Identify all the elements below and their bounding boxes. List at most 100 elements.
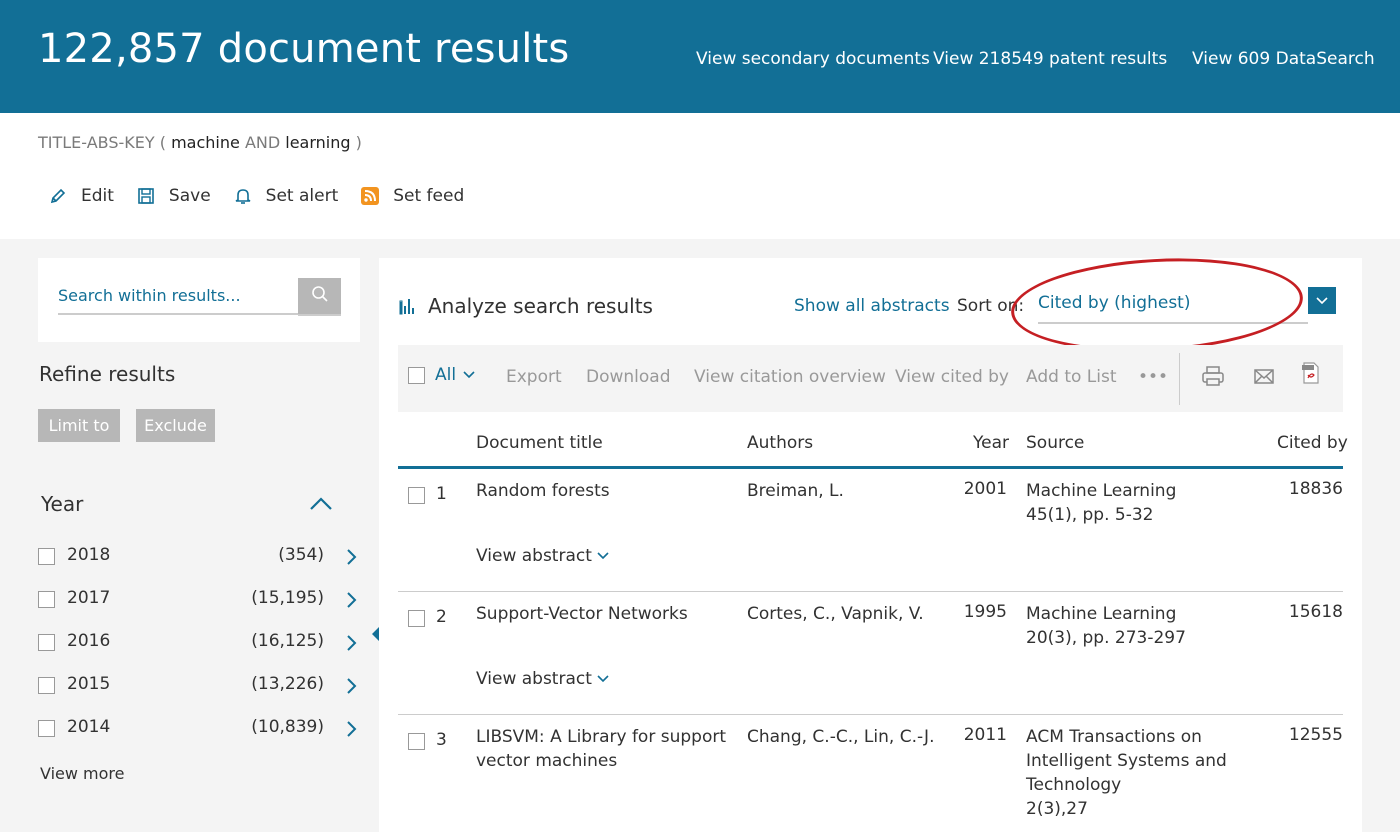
year-checkbox[interactable] (38, 548, 55, 565)
query-actions: Edit Save Set alert Set feed (48, 186, 486, 206)
view-secondary-documents-link[interactable]: View secondary documents (696, 49, 930, 69)
row-checkbox[interactable] (408, 487, 425, 504)
search-within-input[interactable] (58, 286, 298, 315)
query-term-2: learning (285, 133, 351, 152)
document-title-link[interactable]: LIBSVM: A Library for support vector mac… (476, 725, 726, 773)
view-datasearch-link[interactable]: View 609 DataSearch (1192, 49, 1375, 69)
year-count: (10,839) (251, 717, 324, 737)
email-icon[interactable] (1253, 365, 1275, 391)
sort-dropdown-button[interactable] (1308, 287, 1336, 314)
year-count: (15,195) (251, 588, 324, 608)
row-checkbox[interactable] (408, 733, 425, 750)
save-icon (136, 186, 156, 206)
chevron-up-icon[interactable] (309, 495, 333, 515)
save-label: Save (168, 186, 211, 206)
search-query: TITLE-ABS-KEY ( machine AND learning ) (38, 133, 362, 152)
query-term-1: machine (171, 133, 240, 152)
row-divider (398, 591, 1343, 592)
chevron-down-icon (596, 674, 610, 684)
table-row: 1 Random forests Breiman, L. 2001 Machin… (398, 479, 1343, 592)
cited-by-count-link[interactable]: 15618 (1289, 602, 1343, 622)
set-feed-button[interactable]: Set feed (360, 186, 464, 206)
print-icon[interactable] (1201, 365, 1225, 391)
row-number: 1 (436, 484, 447, 504)
pdf-icon[interactable] (1301, 361, 1321, 389)
select-all-label: All (435, 365, 457, 385)
year-checkbox[interactable] (38, 591, 55, 608)
exclude-button[interactable]: Exclude (136, 409, 215, 442)
authors-link[interactable]: Breiman, L. (747, 479, 947, 503)
analyze-results-button[interactable]: Analyze search results (399, 294, 653, 318)
cited-by-count-link[interactable]: 18836 (1289, 479, 1343, 499)
document-year: 2011 (963, 725, 1007, 745)
authors-link[interactable]: Chang, C.-C., Lin, C.-J. (747, 725, 947, 749)
row-number: 3 (436, 730, 447, 750)
export-button[interactable]: Export (506, 367, 562, 387)
search-within-button[interactable] (298, 278, 341, 316)
show-all-abstracts-link[interactable]: Show all abstracts (794, 296, 950, 316)
year-filter-2016[interactable]: 2016 (16,125) (38, 631, 358, 657)
results-header: 122,857 document results View secondary … (0, 0, 1400, 113)
source-detail: 45(1), pp. 5-32 (1026, 505, 1154, 525)
column-header-cited-by[interactable]: Cited by (1277, 433, 1348, 453)
year-count: (16,125) (251, 631, 324, 651)
cited-by-count-link[interactable]: 12555 (1289, 725, 1343, 745)
year-checkbox[interactable] (38, 634, 55, 651)
chevron-right-icon[interactable] (346, 633, 358, 658)
view-patent-results-link[interactable]: View 218549 patent results (933, 49, 1167, 69)
row-divider (398, 714, 1343, 715)
view-abstract-toggle[interactable]: View abstract (476, 546, 610, 566)
view-cited-by-button[interactable]: View cited by (895, 367, 1009, 387)
set-feed-label: Set feed (393, 186, 465, 206)
column-header-year[interactable]: Year (973, 433, 1009, 453)
download-button[interactable]: Download (586, 367, 671, 387)
chevron-right-icon[interactable] (346, 590, 358, 615)
year-checkbox[interactable] (38, 720, 55, 737)
chevron-right-icon[interactable] (346, 547, 358, 572)
pencil-icon (48, 186, 68, 206)
chevron-down-icon (462, 370, 476, 380)
document-year: 2001 (963, 479, 1007, 499)
document-source: ACM Transactions on Intelligent Systems … (1026, 725, 1236, 821)
source-title-link[interactable]: ACM Transactions on Intelligent Systems … (1026, 727, 1227, 795)
column-header-title[interactable]: Document title (476, 433, 603, 453)
sort-select[interactable]: Cited by (highest) (1038, 286, 1308, 324)
chevron-right-icon[interactable] (346, 719, 358, 744)
query-suffix: ) (355, 133, 362, 152)
column-header-source[interactable]: Source (1026, 433, 1084, 453)
view-citation-overview-button[interactable]: View citation overview (694, 367, 886, 387)
year-filter-2017[interactable]: 2017 (15,195) (38, 588, 358, 614)
year-label: 2016 (67, 631, 111, 651)
column-header-authors[interactable]: Authors (747, 433, 813, 453)
edit-button[interactable]: Edit (48, 186, 114, 206)
year-checkbox[interactable] (38, 677, 55, 694)
toolbar-divider (1179, 353, 1180, 405)
year-filter-2014[interactable]: 2014 (10,839) (38, 717, 358, 743)
set-alert-label: Set alert (265, 186, 339, 206)
document-title-link[interactable]: Random forests (476, 479, 726, 503)
set-alert-button[interactable]: Set alert (233, 186, 339, 206)
select-all-checkbox[interactable] (408, 366, 425, 384)
results-panel: Analyze search results Show all abstract… (379, 251, 1362, 832)
view-abstract-toggle[interactable]: View abstract (476, 669, 610, 689)
more-actions-button[interactable]: ••• (1138, 367, 1168, 387)
view-more-years-link[interactable]: View more (40, 764, 125, 783)
table-row: 3 LIBSVM: A Library for support vector m… (398, 725, 1343, 832)
query-operator: AND (244, 133, 281, 152)
source-title-link[interactable]: Machine Learning (1026, 481, 1176, 501)
limit-to-button[interactable]: Limit to (38, 409, 120, 442)
year-filter-2018[interactable]: 2018 (354) (38, 545, 358, 571)
table-row: 2 Support-Vector Networks Cortes, C., Va… (398, 602, 1343, 715)
year-filter-2015[interactable]: 2015 (13,226) (38, 674, 358, 700)
document-source: Machine Learning 20(3), pp. 273-297 (1026, 602, 1236, 650)
document-title-link[interactable]: Support-Vector Networks (476, 602, 726, 626)
bell-icon (233, 186, 253, 206)
chevron-right-icon[interactable] (346, 676, 358, 701)
authors-link[interactable]: Cortes, C., Vapnik, V. (747, 602, 947, 626)
source-title-link[interactable]: Machine Learning (1026, 604, 1176, 624)
year-label: 2014 (67, 717, 111, 737)
add-to-list-button[interactable]: Add to List (1026, 367, 1117, 387)
select-all-dropdown[interactable]: All (408, 365, 476, 385)
save-button[interactable]: Save (136, 186, 211, 206)
row-checkbox[interactable] (408, 610, 425, 627)
